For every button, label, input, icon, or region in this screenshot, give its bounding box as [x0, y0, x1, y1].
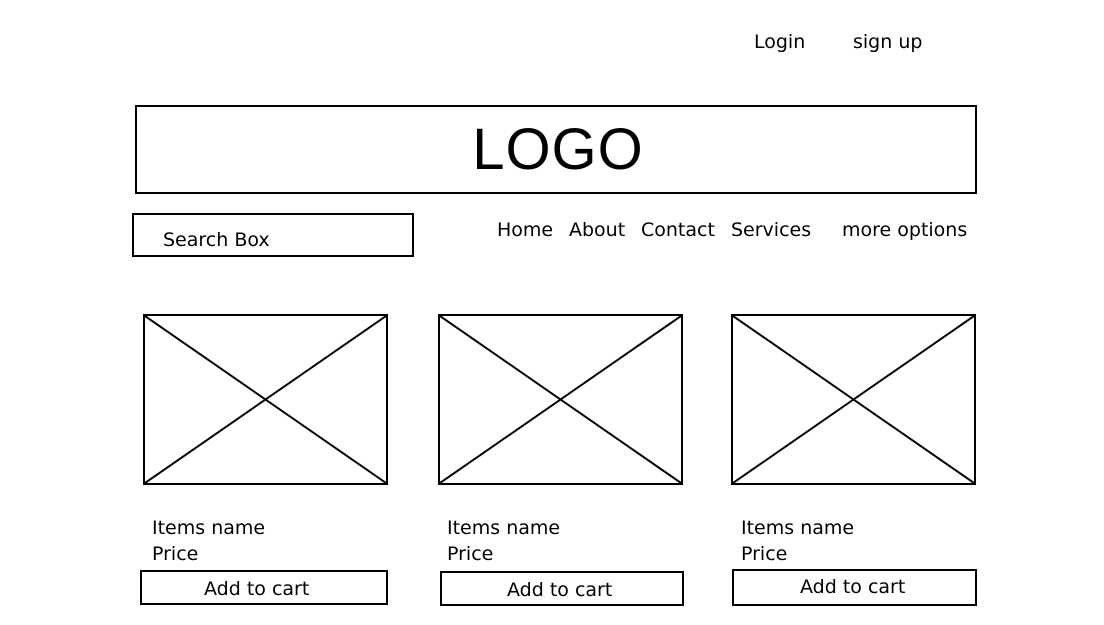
add-to-cart-label: Add to cart — [204, 578, 310, 600]
add-to-cart-button[interactable]: Add to cart — [732, 569, 977, 606]
product-name: Items name — [447, 517, 561, 539]
add-to-cart-button[interactable]: Add to cart — [140, 570, 388, 605]
logo: LOGO — [472, 116, 644, 182]
search-input[interactable]: Search Box — [132, 213, 414, 257]
add-to-cart-label: Add to cart — [507, 579, 613, 601]
nav-services[interactable]: Services — [731, 218, 811, 242]
nav-contact[interactable]: Contact — [641, 218, 715, 242]
product-price: Price — [152, 543, 199, 565]
nav-more-options[interactable]: more options — [842, 218, 967, 242]
add-to-cart-button[interactable]: Add to cart — [440, 571, 684, 606]
logo-banner: LOGO — [135, 105, 977, 194]
search-input-label: Search Box — [163, 229, 270, 251]
signup-link[interactable]: sign up — [853, 30, 922, 54]
product-image-placeholder-icon — [731, 314, 976, 485]
product-image-placeholder-icon — [143, 314, 388, 485]
product-price: Price — [741, 543, 788, 565]
product-name: Items name — [741, 517, 855, 539]
add-to-cart-label: Add to cart — [800, 576, 906, 598]
product-price: Price — [447, 543, 494, 565]
product-image-placeholder-icon — [438, 314, 683, 485]
nav-about[interactable]: About — [569, 218, 625, 242]
nav-home[interactable]: Home — [497, 218, 553, 242]
login-link[interactable]: Login — [754, 30, 805, 54]
product-name: Items name — [152, 517, 266, 539]
